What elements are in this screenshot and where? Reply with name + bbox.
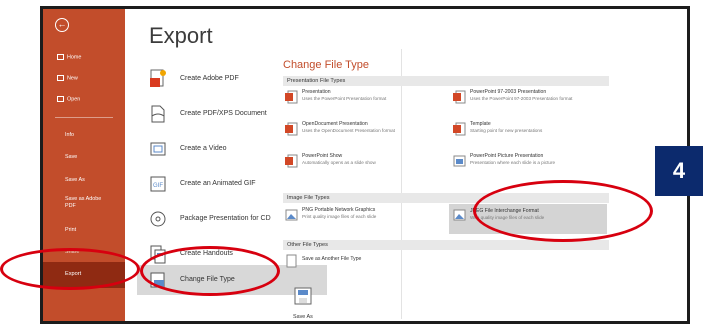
option-label: Create a Video [180,145,227,152]
highlight-circle-jpeg [473,180,653,242]
file-type-name: PowerPoint Picture Presentation [470,153,544,159]
sidebar-item-label: Open [67,96,81,103]
file-type-desc: Starting point for new presentations [470,128,543,133]
sidebar-item-save[interactable]: Save [43,154,125,161]
save-as-label: Save As [293,314,313,320]
file-type-powerpoint-97-2003[interactable]: PowerPoint 97-2003 Presentation Uses the… [453,89,603,117]
file-type-template[interactable]: Template Starting point for new presenta… [453,121,603,149]
picture-presentation-icon [453,155,466,167]
file-type-name: Save as Another File Type [302,256,362,262]
sidebar-item-save-as-adobe-pdf[interactable]: Save as Adobe PDF [43,196,113,209]
page-title: Export [149,23,213,48]
highlight-circle-change-file-type [140,246,280,296]
file-type-desc: Uses the PowerPoint Presentation format [302,96,387,101]
file-type-another[interactable]: Save as Another File Type [285,253,435,281]
sidebar-item-print[interactable]: Print [43,227,125,234]
option-label: Create an Animated GIF [180,180,256,187]
png-icon [285,209,298,221]
file-type-desc: Uses the PowerPoint 97-2003 Presentation… [470,96,573,101]
adobe-pdf-icon [150,69,166,87]
pdf-xps-document-icon [151,105,165,123]
home-icon [57,54,64,60]
sidebar-item-open[interactable]: Open [43,96,125,103]
sidebar-item-new[interactable]: New [43,75,125,82]
option-label: Create PDF/XPS Document [180,110,267,117]
option-label: Create Adobe PDF [180,75,239,82]
step-number-badge: 4 [655,146,703,196]
file-type-name: Template [470,121,491,127]
backstage-window: ← Home New Open Info Save Save As Save a… [40,6,690,324]
svg-text:GIF: GIF [153,183,163,189]
save-as-button[interactable]: Save As [289,285,317,321]
sidebar-divider [55,117,113,118]
file-type-picture-presentation[interactable]: PowerPoint Picture Presentation Presenta… [453,153,603,181]
panel-title: Change File Type [283,59,370,71]
video-icon [150,142,166,156]
highlight-circle-export [0,248,140,290]
sidebar-item-home[interactable]: Home [43,54,125,61]
another-file-type-icon [286,254,297,268]
back-arrow-icon[interactable]: ← [55,18,69,32]
new-file-icon [57,75,64,81]
cd-package-icon [150,211,166,227]
file-type-name: PowerPoint Show [302,153,343,159]
option-label: Package Presentation for CD [180,215,271,222]
sidebar-item-label: New [67,75,78,82]
sidebar-item-label: Home [67,54,82,61]
file-type-presentation[interactable]: Presentation Uses the PowerPoint Present… [285,89,435,117]
template-icon [453,122,466,136]
file-type-name: PowerPoint 97-2003 Presentation [470,89,547,95]
sidebar-item-save-as[interactable]: Save As [43,177,125,184]
odp-icon [285,122,298,136]
file-type-desc: Presentation where each slide is a pictu… [470,160,556,165]
open-folder-icon [57,96,64,102]
save-as-icon [294,287,312,305]
file-type-powerpoint-show[interactable]: PowerPoint Show Automatically opens as a… [285,153,435,181]
section-presentation-file-types: Presentation File Types [283,76,609,86]
file-type-png[interactable]: PNG Portable Network Graphics Print qual… [285,207,435,235]
file-type-name: OpenDocument Presentation [302,121,368,127]
file-type-name: PNG Portable Network Graphics [302,207,376,213]
file-type-desc: Print quality image files of each slide [302,214,377,219]
sidebar-item-info[interactable]: Info [43,132,125,139]
file-type-desc: Uses the OpenDocument Presentation forma… [302,128,395,133]
ppt-97-2003-icon [453,90,466,104]
pptx-icon [285,90,298,104]
jpeg-icon [453,209,466,221]
file-type-opendocument[interactable]: OpenDocument Presentation Uses the OpenD… [285,121,435,149]
animated-gif-icon: GIF [150,176,166,192]
ppsx-icon [285,154,298,168]
file-type-name: Presentation [302,89,331,95]
file-type-desc: Automatically opens as a slide show [302,160,376,165]
